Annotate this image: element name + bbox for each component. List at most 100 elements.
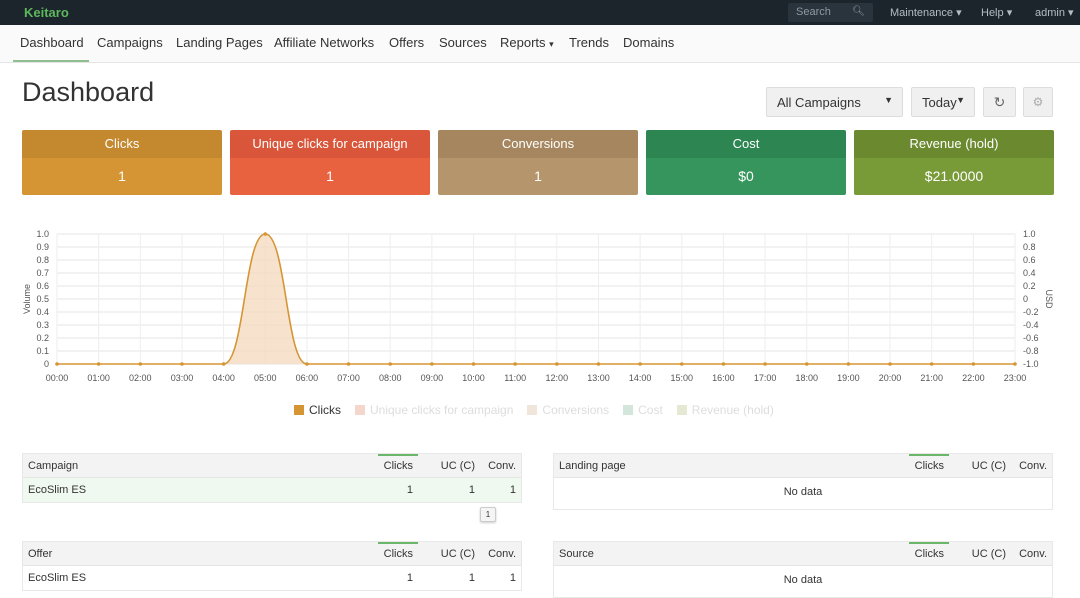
y2-tick-label: 0.8 (1023, 242, 1036, 252)
x-tick-label: 19:00 (837, 373, 860, 383)
stat-card: Conversions 1 (438, 130, 638, 195)
column-uc[interactable]: UC (C) (972, 548, 1006, 560)
help-menu[interactable]: Help ▾ (981, 6, 1012, 19)
stat-card: Cost $0 (646, 130, 846, 195)
user-menu[interactable]: admin ▾ (1035, 6, 1074, 19)
maintenance-menu[interactable]: Maintenance ▾ (890, 6, 962, 19)
stat-card: Revenue (hold) $21.0000 (854, 130, 1054, 195)
y-tick-label: 1.0 (36, 229, 49, 239)
legend-item[interactable]: Cost (623, 403, 663, 417)
x-tick-label: 22:00 (962, 373, 985, 383)
nav-affiliate-networks[interactable]: Affiliate Networks (274, 35, 374, 50)
nav-trends[interactable]: Trends (569, 35, 609, 50)
data-point (180, 362, 184, 366)
column-clicks[interactable]: Clicks (384, 460, 413, 472)
stats-table: Offer Clicks UC (C) Conv. EcoSlim ES 1 1… (22, 541, 522, 591)
nav-reports[interactable]: Reports ▾ (500, 35, 554, 50)
nav-campaigns[interactable]: Campaigns (97, 35, 163, 50)
nav-dashboard[interactable]: Dashboard (20, 35, 84, 50)
column-clicks[interactable]: Clicks (915, 460, 944, 472)
date-range-select[interactable]: Today ▼ (911, 87, 975, 117)
column-conv[interactable]: Conv. (488, 460, 516, 472)
nav-domains[interactable]: Domains (623, 35, 674, 50)
data-point (305, 362, 309, 366)
y2-tick-label: -0.6 (1023, 333, 1039, 343)
x-tick-label: 18:00 (795, 373, 818, 383)
cell-name: EcoSlim ES (28, 572, 87, 584)
table-row[interactable]: EcoSlim ES 1 1 1 (23, 478, 521, 502)
page-title: Dashboard (22, 77, 155, 107)
campaign-select-value: All Campaigns (777, 95, 861, 110)
cell-uc: 1 (468, 484, 475, 496)
y2-tick-label: 0.2 (1023, 281, 1036, 291)
legend-label: Clicks (309, 403, 341, 417)
settings-button[interactable]: ⚙ (1023, 87, 1053, 117)
column-title[interactable]: Source (559, 548, 594, 560)
legend-item[interactable]: Revenue (hold) (676, 403, 774, 417)
tooltip: 1 (480, 507, 496, 522)
caret-down-icon: ▼ (956, 95, 965, 105)
data-point (638, 362, 642, 366)
column-uc[interactable]: UC (C) (972, 460, 1006, 472)
legend-item[interactable]: Clicks (294, 403, 341, 417)
column-title[interactable]: Campaign (28, 460, 78, 472)
sort-indicator (909, 454, 949, 456)
y2-tick-label: -0.2 (1023, 307, 1039, 317)
nav-offers[interactable]: Offers (389, 35, 424, 50)
help-label: Help (981, 7, 1004, 19)
cell-conv: 1 (509, 484, 516, 496)
cell-conv: 1 (509, 572, 516, 584)
data-point (513, 362, 517, 366)
stat-card-value: $21.0000 (854, 158, 1054, 195)
column-title[interactable]: Offer (28, 548, 52, 560)
column-conv[interactable]: Conv. (1019, 460, 1047, 472)
column-uc[interactable]: UC (C) (441, 548, 475, 560)
stat-card-value: 1 (22, 158, 222, 195)
stats-table: Source Clicks UC (C) Conv. No data (553, 541, 1053, 598)
table-header: Campaign Clicks UC (C) Conv. (23, 454, 521, 478)
legend-swatch (527, 405, 538, 415)
x-tick-label: 21:00 (920, 373, 943, 383)
logo[interactable]: Keitaro (24, 5, 69, 20)
column-clicks[interactable]: Clicks (915, 548, 944, 560)
data-point (96, 362, 101, 366)
x-tick-label: 00:00 (46, 373, 69, 383)
x-tick-label: 07:00 (337, 373, 360, 383)
x-tick-label: 08:00 (379, 373, 402, 383)
column-conv[interactable]: Conv. (488, 548, 516, 560)
x-tick-label: 14:00 (629, 373, 652, 383)
y-tick-label: 0.8 (36, 255, 49, 265)
nav-sources[interactable]: Sources (439, 35, 487, 50)
x-tick-label: 01:00 (87, 373, 110, 383)
stats-table: Campaign Clicks UC (C) Conv. EcoSlim ES … (22, 453, 522, 503)
column-conv[interactable]: Conv. (1019, 548, 1047, 560)
data-point (221, 362, 226, 366)
campaign-select[interactable]: All Campaigns ▼ (766, 87, 903, 117)
legend-item[interactable]: Conversions (527, 403, 609, 417)
column-clicks[interactable]: Clicks (384, 548, 413, 560)
data-point (1013, 362, 1017, 366)
data-point (721, 362, 726, 366)
data-point (555, 362, 559, 366)
table-row[interactable]: EcoSlim ES 1 1 1 (23, 566, 521, 590)
column-title[interactable]: Landing page (559, 460, 626, 472)
x-tick-label: 04:00 (212, 373, 235, 383)
data-point (763, 362, 767, 366)
empty-row: No data (554, 478, 1052, 509)
data-point (846, 362, 851, 366)
search-input[interactable]: Search 🔍︎ (788, 3, 873, 22)
nav-reports-label: Reports (500, 35, 546, 50)
stat-card: Clicks 1 (22, 130, 222, 195)
x-tick-label: 23:00 (1004, 373, 1027, 383)
nav-landing-pages[interactable]: Landing Pages (176, 35, 263, 50)
data-point (430, 362, 434, 366)
data-point (388, 362, 393, 366)
search-icon[interactable]: 🔍︎ (852, 6, 865, 17)
search-placeholder: Search (796, 6, 831, 18)
refresh-icon: ↻ (993, 94, 1006, 110)
column-uc[interactable]: UC (C) (441, 460, 475, 472)
y-axis-label: Volume (22, 284, 32, 314)
refresh-button[interactable]: ↻ (983, 87, 1016, 117)
legend-item[interactable]: Unique clicks for campaign (355, 403, 513, 417)
x-tick-label: 02:00 (129, 373, 152, 383)
